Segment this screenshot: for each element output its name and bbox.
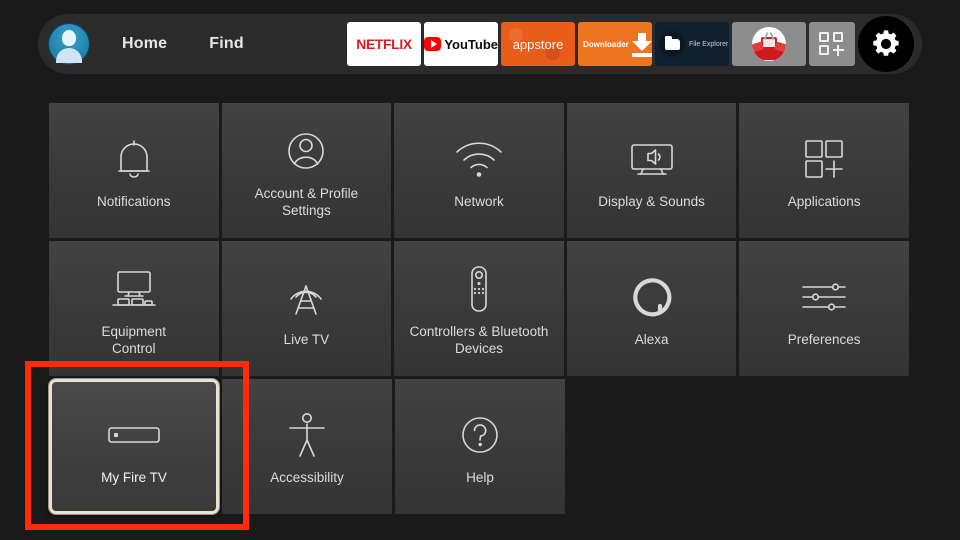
tile-help[interactable]: Help (395, 379, 565, 514)
fire-tv-stick-icon (106, 407, 162, 463)
antenna-icon (282, 269, 330, 325)
tile-account-profile-settings[interactable]: Account & Profile Settings (221, 103, 392, 238)
app-tile-red-tv-app[interactable] (732, 22, 806, 66)
download-arrow-icon (631, 31, 652, 57)
app-tile-file-explorer[interactable]: File Explorer (655, 22, 729, 66)
app-squares-plus-icon (801, 131, 847, 187)
tile-label: Accessibility (270, 470, 344, 485)
tile-notifications[interactable]: Notifications (49, 103, 219, 238)
tile-label: Alexa (634, 332, 669, 347)
tile-equipment-control[interactable]: Equipment Control (49, 241, 219, 376)
tile-preferences[interactable]: Preferences (739, 241, 909, 376)
appstore-label: appstore (512, 36, 564, 52)
tile-controllers-bluetooth-devices[interactable]: Controllers & Bluetooth Devices (394, 241, 564, 376)
tile-label: Controllers & Bluetooth Devices (409, 323, 549, 356)
question-circle-icon (457, 407, 503, 463)
monitor-equipment-icon (107, 261, 161, 317)
alexa-ring-icon (629, 269, 675, 325)
bell-icon (113, 131, 155, 187)
remote-control-icon (465, 261, 493, 317)
tv-speaker-icon (624, 131, 680, 187)
file-explorer-label: File Explorer (689, 40, 729, 48)
gear-icon (873, 30, 899, 56)
settings-row-2: Equipment Control Live TV Controllers & … (49, 241, 912, 376)
sliders-icon (799, 269, 849, 325)
app-tile-appstore[interactable]: appstore (501, 22, 575, 66)
tile-label: Display & Sounds (598, 194, 705, 209)
tile-label: Preferences (787, 332, 861, 347)
app-tile-youtube[interactable]: YouTube (424, 22, 498, 66)
tile-alexa[interactable]: Alexa (566, 241, 737, 376)
red-tv-icon (752, 27, 786, 61)
nav-item-find[interactable]: Find (209, 35, 244, 53)
settings-gear-button[interactable] (858, 16, 914, 72)
wifi-icon (453, 131, 505, 187)
tile-network[interactable]: Network (394, 103, 564, 238)
tile-live-tv[interactable]: Live TV (221, 241, 392, 376)
settings-grid: Notifications Account & Profile Settings (49, 103, 912, 517)
person-circle-icon (282, 123, 330, 179)
tile-label: Help (466, 470, 494, 485)
profile-avatar[interactable] (48, 23, 90, 65)
top-navigation-bar: Home Find NETFLIX YouTube appstore Downl… (38, 14, 922, 74)
downloader-label: Downloader (583, 39, 629, 49)
tile-accessibility[interactable]: Accessibility (222, 379, 392, 514)
tile-label: Account & Profile Settings (254, 185, 359, 218)
netflix-label: NETFLIX (356, 36, 412, 52)
tile-label: Live TV (283, 332, 330, 347)
nav-links: Home Find (122, 35, 286, 53)
youtube-play-icon (424, 37, 442, 51)
tile-label: Equipment Control (101, 323, 167, 356)
fire-tv-settings-screen: Home Find NETFLIX YouTube appstore Downl… (0, 0, 960, 540)
tile-label: My Fire TV (101, 470, 167, 485)
tile-applications[interactable]: Applications (739, 103, 909, 238)
tile-label: Applications (787, 194, 861, 209)
app-shortcut-row: NETFLIX YouTube appstore Downloader File (347, 16, 914, 72)
tile-my-fire-tv[interactable]: My Fire TV (49, 379, 219, 514)
avatar-head (62, 30, 76, 46)
settings-row-3: My Fire TV Accessibility Help (49, 379, 912, 514)
tile-label: Notifications (97, 194, 171, 209)
avatar-body (56, 48, 82, 63)
app-squares-plus-icon (819, 32, 845, 56)
tile-display-sounds[interactable]: Display & Sounds (566, 103, 737, 238)
nav-item-home[interactable]: Home (122, 35, 167, 53)
accessibility-person-icon (285, 407, 329, 463)
settings-row-1: Notifications Account & Profile Settings (49, 103, 912, 238)
app-tile-netflix[interactable]: NETFLIX (347, 22, 421, 66)
app-grid-button[interactable] (809, 22, 855, 66)
app-tile-downloader[interactable]: Downloader (578, 22, 652, 66)
youtube-label: YouTube (444, 36, 498, 52)
tile-label: Network (454, 194, 504, 209)
folder-icon (659, 31, 685, 57)
